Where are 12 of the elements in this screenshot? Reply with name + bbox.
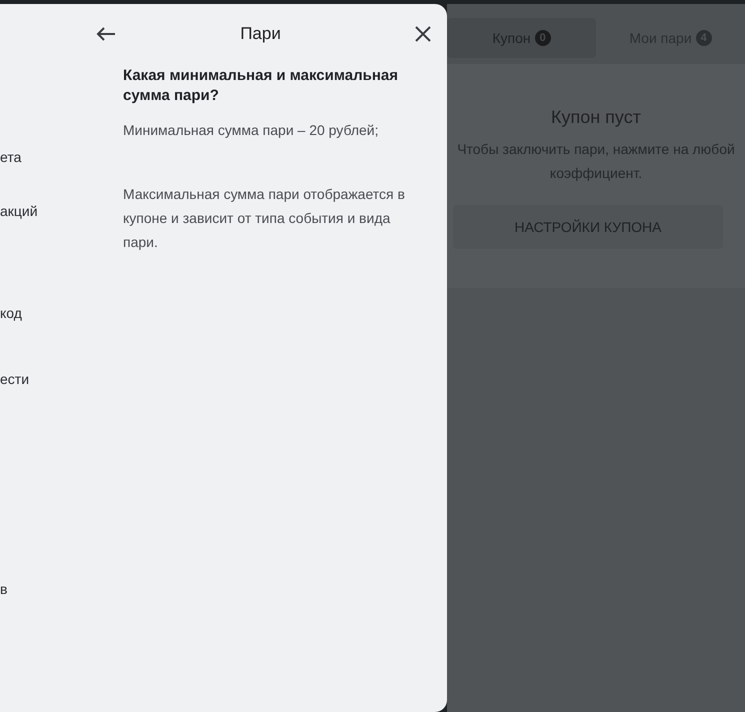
menu-item[interactable]: ести: [0, 369, 30, 389]
menu-item[interactable]: акций: [0, 201, 38, 221]
close-icon: [415, 26, 431, 42]
menu-item[interactable]: код: [0, 303, 22, 323]
menu-item[interactable]: в: [0, 579, 8, 599]
empty-title: Купон пуст: [551, 106, 641, 129]
back-arrow-icon: [96, 27, 116, 41]
answer-paragraph: Максимальная сумма пари отображается в купоне и зависит от типа события и вида пари.: [123, 185, 406, 252]
panel-title: Пари: [239, 23, 282, 46]
question-heading: Какая минимальная и максимальная сумма пари?: [123, 66, 400, 106]
answer-paragraph: Минимальная сумма пари – 20 рублей;: [123, 121, 380, 140]
menu-item[interactable]: ета: [0, 147, 22, 167]
